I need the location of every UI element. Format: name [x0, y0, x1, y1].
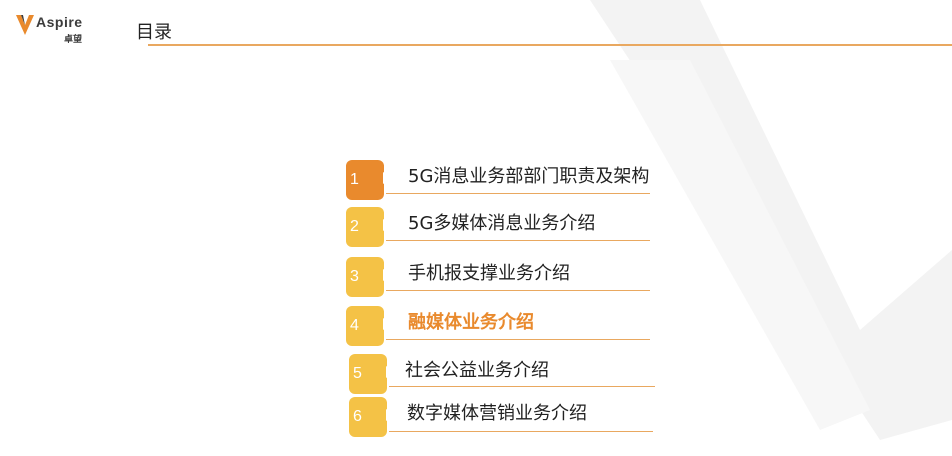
aspire-logo: Aspire 卓望 — [14, 12, 104, 46]
toc-underline — [386, 193, 650, 194]
toc-underline — [386, 240, 650, 241]
toc-number: 3 — [350, 268, 359, 285]
logo-text: Aspire — [36, 14, 83, 30]
toc-underline — [386, 290, 650, 291]
toc-number-badge: 1 — [346, 160, 392, 200]
toc-label: 5G消息业务部部门职责及架构 — [408, 166, 650, 187]
toc-number: 1 — [350, 171, 359, 188]
toc-number-badge: 4 — [346, 306, 392, 346]
toc-label-active: 融媒体业务介绍 — [408, 312, 534, 333]
toc-underline — [389, 431, 653, 432]
toc-number: 4 — [350, 317, 359, 334]
toc-number-badge: 5 — [349, 354, 395, 394]
toc-number: 6 — [353, 408, 362, 425]
toc-number-badge: 3 — [346, 257, 392, 297]
page-title: 目录 — [136, 22, 172, 43]
title-divider — [148, 44, 952, 46]
toc-underline — [389, 386, 655, 387]
toc-label: 5G多媒体消息业务介绍 — [408, 213, 596, 234]
toc-label: 手机报支撑业务介绍 — [408, 263, 570, 284]
toc-number: 2 — [350, 218, 359, 235]
toc-number-badge: 6 — [349, 397, 395, 437]
toc-number: 5 — [353, 365, 362, 382]
toc-underline — [386, 339, 650, 340]
logo-subtext: 卓望 — [64, 35, 83, 45]
toc-label: 社会公益业务介绍 — [405, 360, 549, 381]
toc-number-badge: 2 — [346, 207, 392, 247]
aspire-logo-icon — [16, 15, 34, 35]
toc-label: 数字媒体营销业务介绍 — [407, 403, 587, 424]
